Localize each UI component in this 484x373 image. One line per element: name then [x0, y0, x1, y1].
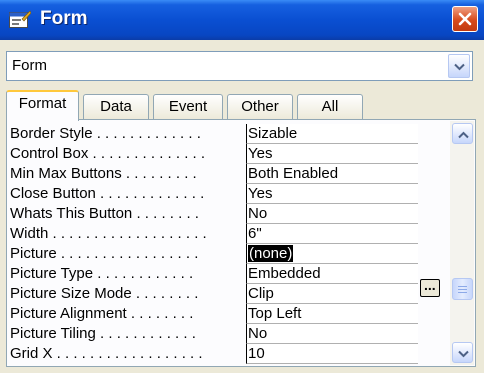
property-name: Picture Size Mode . . . . . . . . [10, 285, 199, 302]
property-name: Whats This Button . . . . . . . . [10, 205, 199, 222]
dropdown-button[interactable] [448, 54, 470, 78]
property-row[interactable]: Close Button . . . . . . . . . . . . . Y… [10, 184, 430, 204]
title-bar[interactable]: Form [0, 0, 484, 40]
property-name: Min Max Buttons . . . . . . . . . [10, 165, 197, 182]
property-row[interactable]: Picture Type . . . . . . . . . . . . Emb… [10, 264, 430, 284]
ellipsis-icon: ... [424, 277, 436, 293]
tab-label: Data [100, 98, 132, 115]
property-row[interactable]: Min Max Buttons . . . . . . . . . Both E… [10, 164, 430, 184]
property-value[interactable]: Sizable [246, 124, 418, 144]
object-selector-dropdown[interactable]: Form [6, 51, 473, 81]
property-name: Picture Alignment . . . . . . . . [10, 305, 194, 322]
property-row[interactable]: Grid X . . . . . . . . . . . . . . . . .… [10, 344, 430, 364]
close-icon [458, 12, 472, 26]
property-row[interactable]: Picture Alignment . . . . . . . . Top Le… [10, 304, 430, 324]
chevron-down-icon [454, 63, 465, 71]
selected-text: (none) [248, 245, 294, 262]
property-value[interactable]: (none) [246, 244, 418, 264]
property-name: Width . . . . . . . . . . . . . . . . . … [10, 225, 207, 242]
object-selector-value: Form [12, 57, 47, 74]
tab-label: Format [18, 95, 67, 112]
scroll-down-button[interactable] [452, 342, 473, 363]
property-value[interactable]: No [246, 324, 418, 344]
window-title: Form [40, 8, 88, 29]
property-name: Grid X . . . . . . . . . . . . . . . . .… [10, 345, 203, 362]
tab-other[interactable]: Other [227, 94, 293, 120]
tab-data[interactable]: Data [83, 94, 149, 120]
property-row[interactable]: Whats This Button . . . . . . . . No [10, 204, 430, 224]
property-name: Close Button . . . . . . . . . . . . . [10, 185, 205, 202]
tab-event[interactable]: Event [153, 94, 223, 120]
tab-all[interactable]: All [297, 94, 363, 120]
property-value[interactable]: Clip [246, 284, 418, 304]
chevron-down-icon [458, 350, 469, 358]
property-grid: Border Style . . . . . . . . . . . . . S… [10, 124, 430, 372]
property-row[interactable]: Width . . . . . . . . . . . . . . . . . … [10, 224, 430, 244]
property-row-selected[interactable]: Picture . . . . . . . . . . . . . . . . … [10, 244, 430, 264]
tab-format[interactable]: Format [6, 90, 79, 121]
tab-label: Event [168, 98, 208, 115]
property-value[interactable]: 6" [246, 224, 418, 244]
close-button[interactable] [452, 6, 478, 32]
property-value[interactable]: Yes [246, 144, 418, 164]
vertical-scrollbar[interactable] [450, 121, 474, 365]
tab-strip: Format Data Event Other All [6, 90, 476, 121]
tab-label: Other [241, 98, 279, 115]
property-name: Picture Tiling . . . . . . . . . . . . [10, 325, 196, 342]
tab-label: All [321, 98, 339, 115]
builder-button[interactable]: ... [420, 277, 440, 297]
property-row[interactable]: Picture Size Mode . . . . . . . . Clip [10, 284, 430, 304]
property-name: Picture Type . . . . . . . . . . . . [10, 265, 194, 282]
property-value[interactable]: No [246, 204, 418, 224]
property-value[interactable]: Both Enabled [246, 164, 418, 184]
form-icon [9, 10, 32, 29]
scroll-up-button[interactable] [452, 123, 473, 144]
property-row[interactable]: Picture Tiling . . . . . . . . . . . . N… [10, 324, 430, 344]
property-value[interactable]: Top Left [246, 304, 418, 324]
property-value[interactable]: Embedded [246, 264, 418, 284]
property-name: Control Box . . . . . . . . . . . . . . [10, 145, 206, 162]
property-name: Border Style . . . . . . . . . . . . . [10, 125, 201, 142]
chevron-up-icon [458, 131, 469, 139]
property-name: Picture . . . . . . . . . . . . . . . . … [10, 245, 199, 262]
property-value[interactable]: Yes [246, 184, 418, 204]
scroll-thumb[interactable] [452, 278, 473, 300]
property-row[interactable]: Control Box . . . . . . . . . . . . . . … [10, 144, 430, 164]
properties-window: Form Form Format Data Event Other All Bo… [0, 0, 484, 373]
property-row[interactable]: Border Style . . . . . . . . . . . . . S… [10, 124, 430, 144]
property-value[interactable]: 10 [246, 344, 418, 364]
